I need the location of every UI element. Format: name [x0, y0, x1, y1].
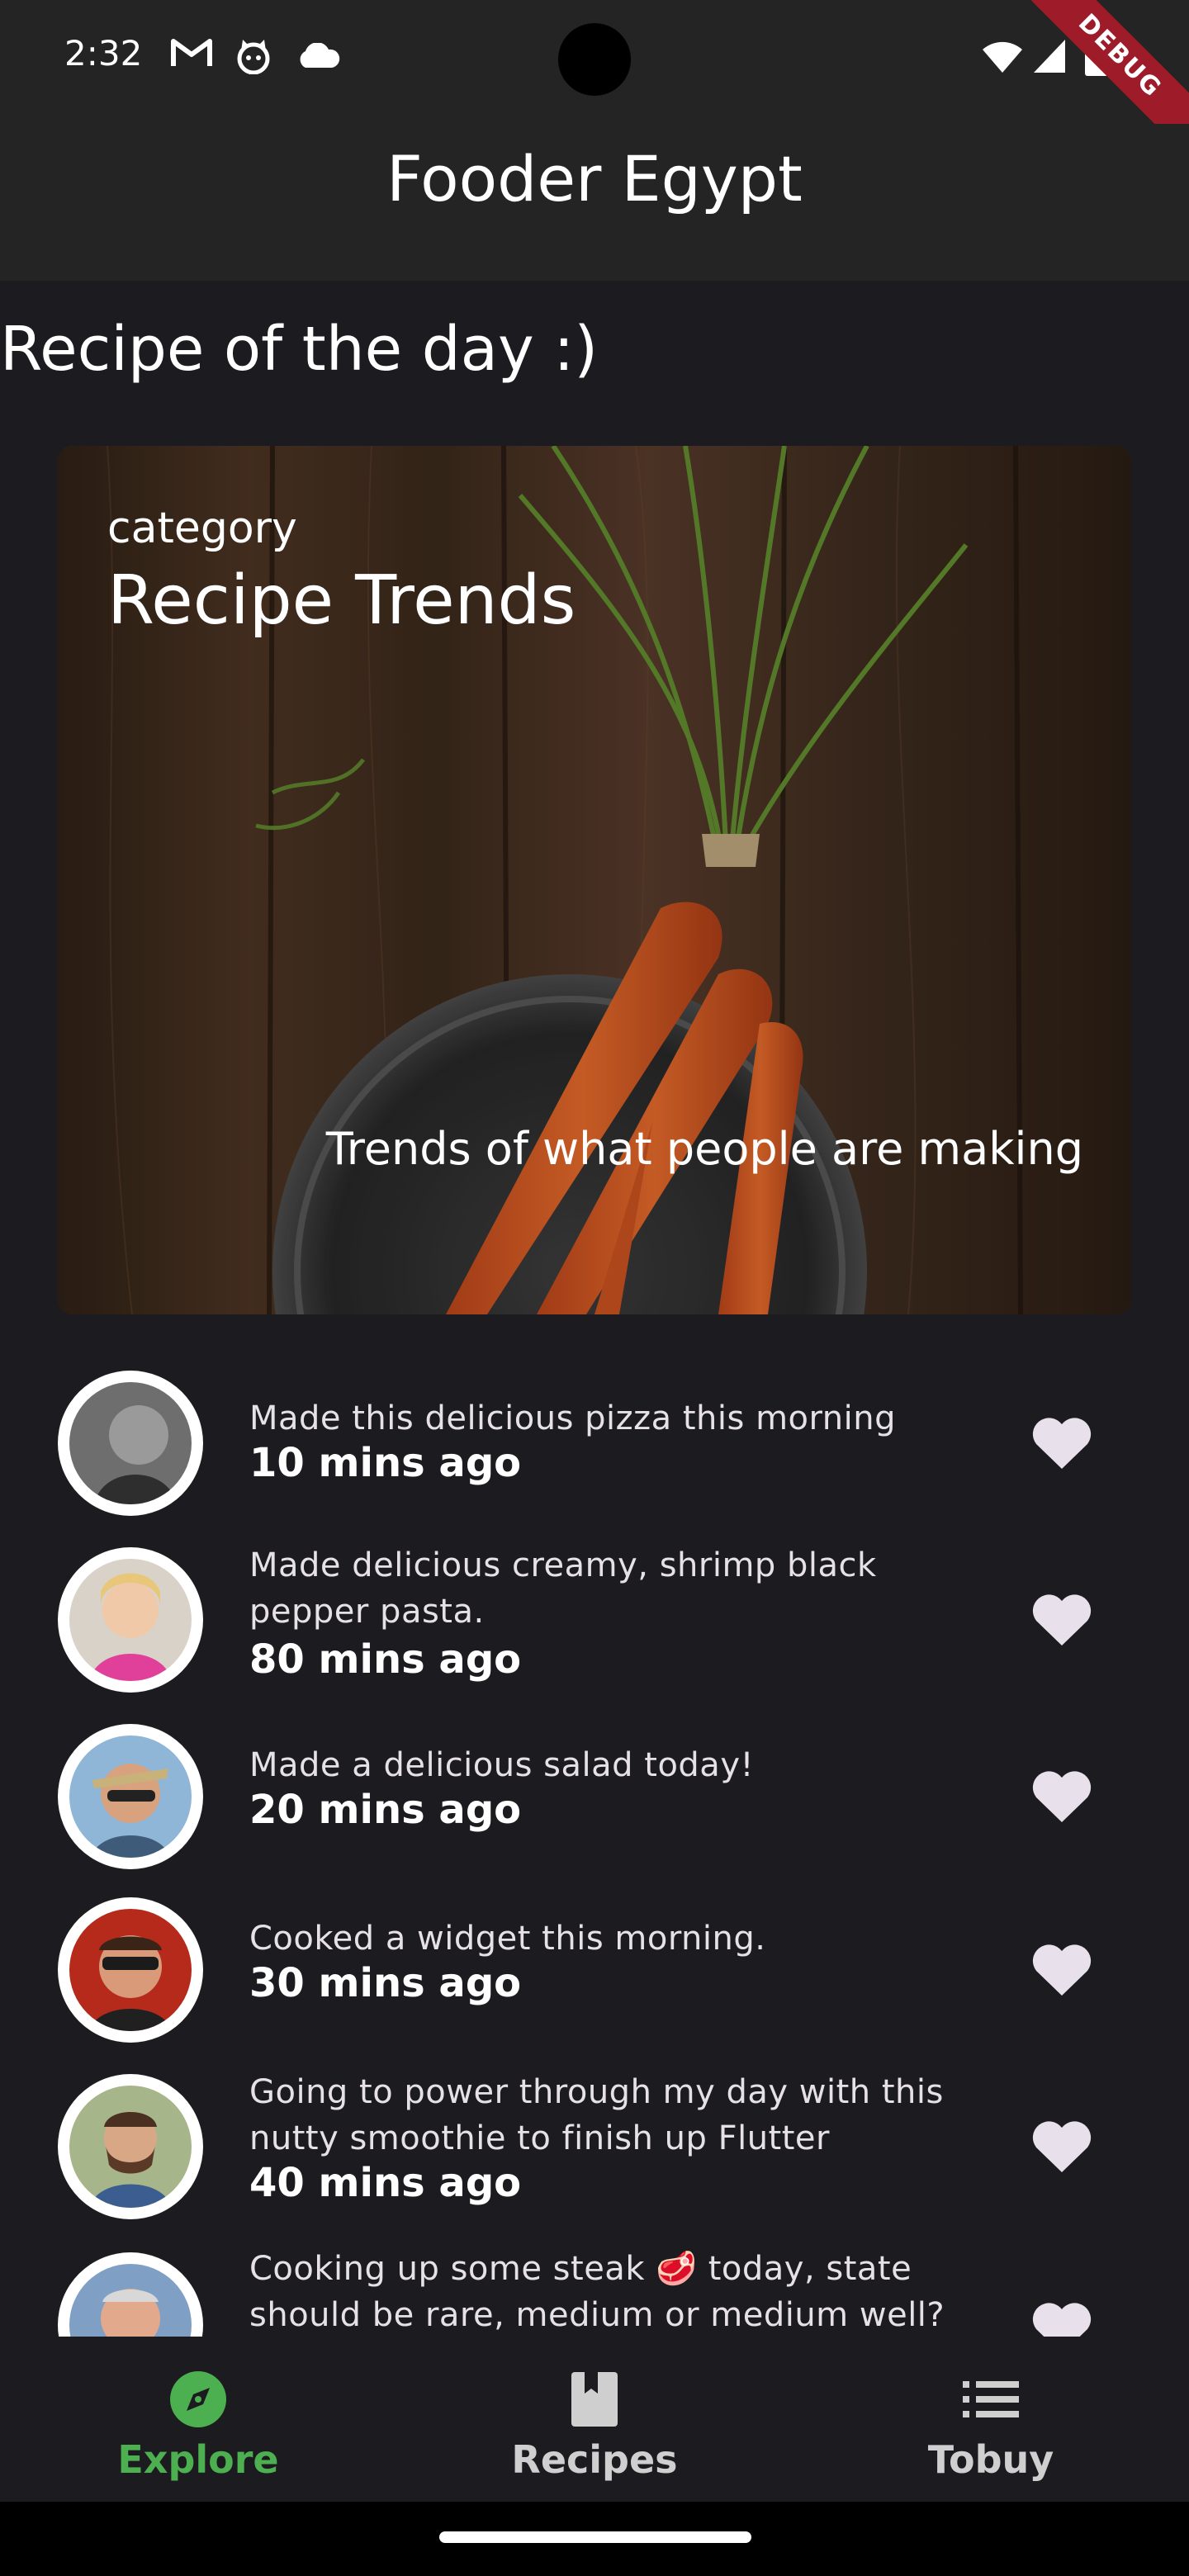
avatar-photo	[69, 1382, 192, 1504]
list-icon	[963, 2366, 1019, 2432]
post-text: Made this delicious pizza this morning	[249, 1399, 896, 1437]
app-bar: Fooder Egypt	[0, 124, 1189, 281]
status-bar: 2:32 DEBUG	[0, 0, 1189, 160]
tab-tobuy[interactable]: Tobuy	[793, 2337, 1189, 2502]
post-text: Made a delicious salad today!	[249, 1746, 755, 1784]
hero-subtitle: Trends of what people are making	[325, 1123, 1083, 1175]
avatar-photo	[69, 1559, 192, 1681]
app-title: Fooder Egypt	[386, 141, 803, 215]
post-text: Going to power through my day with this …	[249, 2073, 944, 2157]
gmail-icon	[170, 36, 213, 73]
tab-label: Explore	[117, 2437, 279, 2482]
post-text: Cooking up some steak 🥩 today, state sho…	[249, 2250, 945, 2334]
avatar-photo	[69, 2086, 192, 2208]
system-navigation-bar	[0, 2502, 1189, 2576]
post-time: 40 mins ago	[249, 2160, 522, 2206]
post-time: 20 mins ago	[249, 1787, 522, 1833]
hero-category: category	[107, 504, 297, 553]
tab-label: Tobuy	[927, 2437, 1054, 2482]
heart-icon[interactable]	[1027, 1935, 1097, 2005]
status-time: 2:32	[64, 33, 143, 73]
hero-title: Recipe Trends	[107, 561, 576, 640]
post-text: Cooked a widget this morning.	[249, 1920, 766, 1958]
heart-icon[interactable]	[1027, 1585, 1097, 1655]
avatar	[58, 1371, 203, 1516]
avatar-photo	[69, 1735, 192, 1858]
tab-recipes[interactable]: Recipes	[396, 2337, 793, 2502]
friend-post-list[interactable]: Made this delicious pizza this morning 1…	[0, 1354, 1189, 2337]
avatar	[58, 2074, 203, 2219]
signal-icon	[1032, 38, 1067, 78]
list-item[interactable]: Cooking up some steak 🥩 today, state sho…	[0, 2250, 1189, 2337]
avatar-photo	[69, 1909, 192, 2031]
heart-icon[interactable]	[1027, 2294, 1097, 2337]
avatar-photo	[69, 2264, 192, 2337]
list-item[interactable]: Cooked a widget this morning. 30 mins ag…	[0, 1897, 1189, 2062]
list-item[interactable]: Going to power through my day with this …	[0, 2073, 1189, 2239]
wifi-icon	[981, 40, 1024, 78]
book-icon	[570, 2366, 619, 2432]
recipe-trends-card[interactable]: category Recipe Trends Trends of what pe…	[58, 446, 1131, 1314]
heart-icon[interactable]	[1027, 2112, 1097, 2181]
tab-explore[interactable]: Explore	[0, 2337, 396, 2502]
home-gesture-handle[interactable]	[439, 2531, 751, 2543]
avatar	[58, 2252, 203, 2337]
section-heading: Recipe of the day :)	[0, 314, 599, 385]
avatar	[58, 1897, 203, 2043]
avatar	[58, 1547, 203, 1693]
post-time: 30 mins ago	[249, 1960, 522, 2006]
list-item[interactable]: Made delicious creamy, shrimp black pepp…	[0, 1546, 1189, 1712]
cat-notification-icon	[234, 38, 272, 78]
tab-label: Recipes	[511, 2437, 678, 2482]
bottom-navigation: Explore Recipes Tobuy	[0, 2337, 1189, 2502]
list-item[interactable]: Made this delicious pizza this morning 1…	[0, 1371, 1189, 1536]
post-time: 80 mins ago	[249, 1636, 522, 1683]
camera-cutout	[558, 23, 631, 96]
cloud-icon	[296, 42, 340, 73]
heart-icon[interactable]	[1027, 1762, 1097, 1831]
compass-icon	[168, 2366, 228, 2432]
post-text: Made delicious creamy, shrimp black pepp…	[249, 1546, 877, 1631]
list-item[interactable]: Made a delicious salad today! 20 mins ag…	[0, 1724, 1189, 1889]
avatar	[58, 1724, 203, 1869]
post-time: 10 mins ago	[249, 1440, 522, 1486]
heart-icon[interactable]	[1027, 1409, 1097, 1478]
